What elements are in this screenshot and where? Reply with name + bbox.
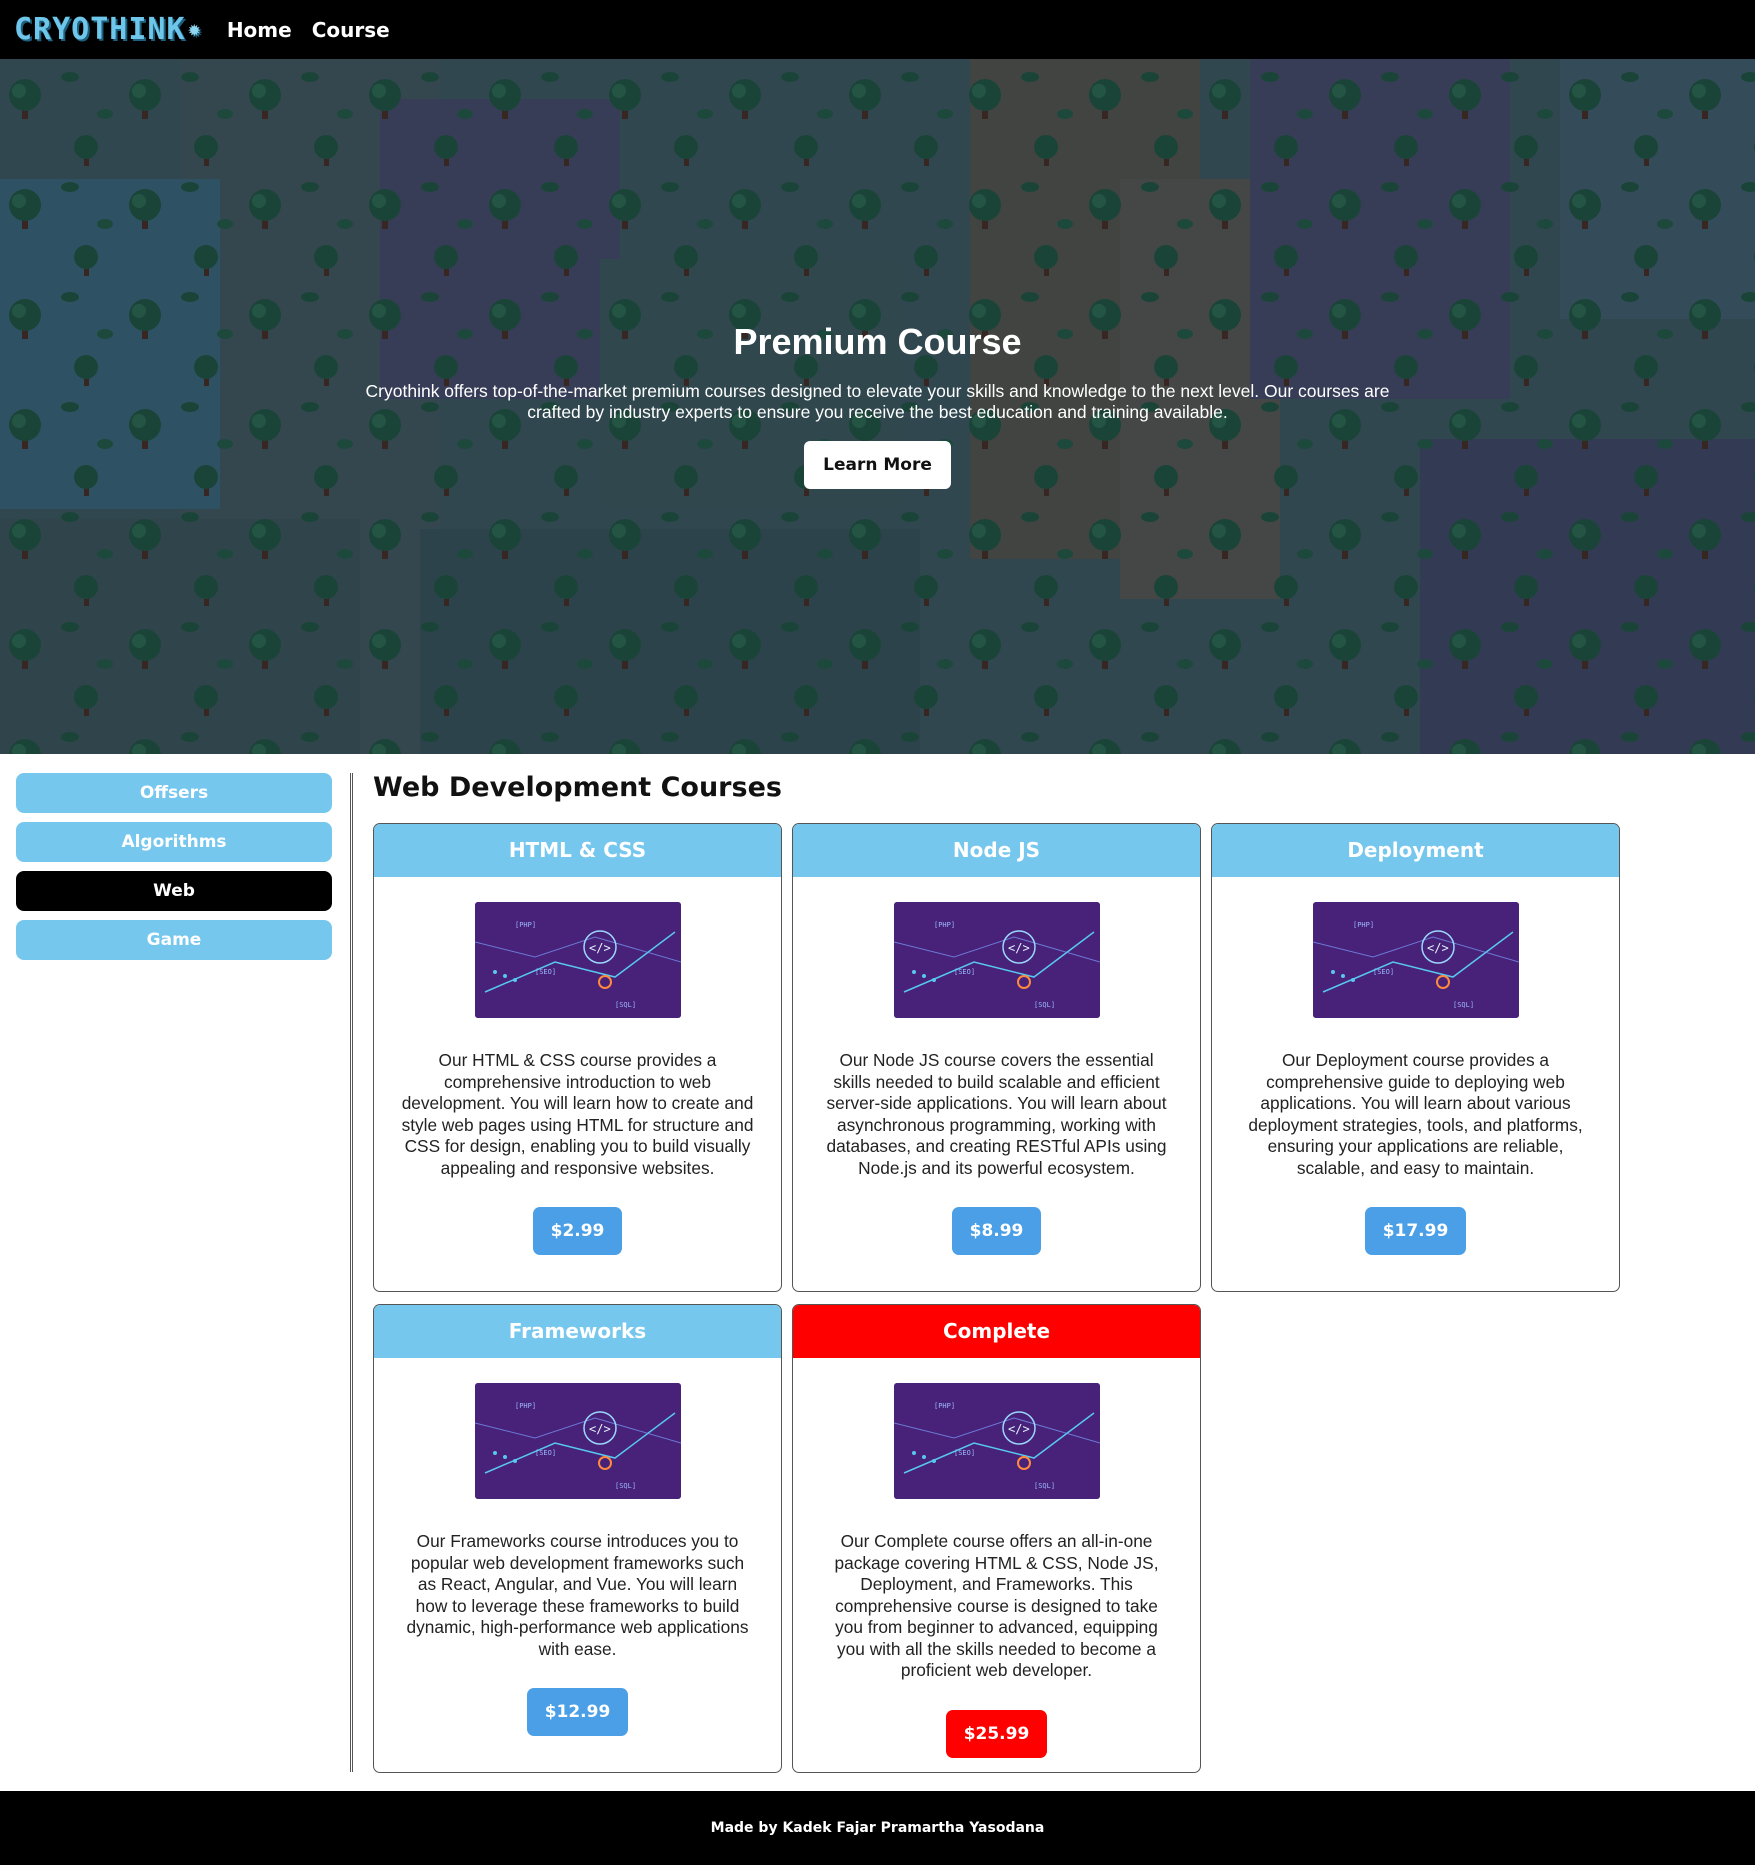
svg-text:[SEO]: [SEO] — [535, 1449, 556, 1457]
gear-icon: ✹ — [187, 17, 202, 42]
nav-link-home[interactable]: Home — [227, 18, 292, 42]
svg-text:[SEO]: [SEO] — [954, 1449, 975, 1457]
hero-title: Premium Course — [733, 321, 1022, 362]
svg-text:[SQL]: [SQL] — [615, 1482, 636, 1490]
svg-text:[SEO]: [SEO] — [954, 968, 975, 976]
hero-description: Cryothink offers top-of-the-market premi… — [365, 381, 1390, 422]
card-title: HTML & CSS — [374, 824, 781, 877]
card-title: Frameworks — [374, 1305, 781, 1358]
price-button[interactable]: $8.99 — [951, 1207, 1042, 1255]
card-description: Our HTML & CSS course provides a compreh… — [401, 1050, 754, 1178]
course-thumbnail: </> [PHP] [SEO] [SQL] — [474, 1383, 681, 1499]
card-title: Node JS — [793, 824, 1200, 877]
price-button[interactable]: $2.99 — [532, 1207, 623, 1255]
course-thumbnail: </> [PHP] [SEO] [SQL] — [893, 1383, 1100, 1499]
course-thumbnail: </> [PHP] [SEO] [SQL] — [1312, 902, 1519, 1018]
code-circuit-image: </> [PHP] [SEO] [SQL] — [893, 1383, 1100, 1499]
price-button[interactable]: $12.99 — [526, 1688, 629, 1736]
card-title: Complete — [793, 1305, 1200, 1358]
card-description: Our Node JS course covers the essential … — [826, 1050, 1167, 1178]
code-circuit-image: </> [PHP] [SEO] [SQL] — [474, 902, 681, 1018]
sidebar-item-game[interactable]: Game — [16, 920, 332, 960]
card-description: Our Complete course offers an all-in-one… — [834, 1531, 1159, 1680]
code-circuit-image: </> [PHP] [SEO] [SQL] — [893, 902, 1100, 1018]
footer-credit: Made by Kadek Fajar Pramartha Yasodana — [710, 1820, 1045, 1836]
svg-text:</>: </> — [1008, 1422, 1030, 1436]
hero-content: Premium Course Cryothink offers top-of-t… — [0, 321, 1755, 489]
svg-text:</>: </> — [1427, 941, 1449, 955]
sidebar-item-web[interactable]: Web — [16, 871, 332, 911]
course-card-node-js: Node JS </> [PHP] [SEO] [SQL] Our Node J… — [792, 823, 1201, 1292]
course-card-html-css: HTML & CSS </> [PHP] [SEO] [SQL] Our HTM… — [373, 823, 782, 1292]
course-thumbnail: </> [PHP] [SEO] [SQL] — [893, 902, 1100, 1018]
course-thumbnail: </> [PHP] [SEO] [SQL] — [474, 902, 681, 1018]
svg-text:[PHP]: [PHP] — [515, 1402, 536, 1410]
sidebar: Offsers Algorithms Web Game — [16, 773, 332, 969]
card-title: Deployment — [1212, 824, 1619, 877]
code-circuit-image: </> [PHP] [SEO] [SQL] — [1312, 902, 1519, 1018]
course-card-frameworks: Frameworks </> [PHP] [SEO] [SQL] Our Fra… — [373, 1304, 782, 1773]
course-card-complete: Complete </> [PHP] [SEO] [SQL] Our Compl… — [792, 1304, 1201, 1773]
hero-banner: Premium Course Cryothink offers top-of-t… — [0, 59, 1755, 754]
svg-text:[PHP]: [PHP] — [515, 921, 536, 929]
svg-text:</>: </> — [1008, 941, 1030, 955]
nav-link-course[interactable]: Course — [312, 18, 390, 42]
sidebar-item-offsers[interactable]: Offsers — [16, 773, 332, 813]
sidebar-item-algorithms[interactable]: Algorithms — [16, 822, 332, 862]
price-button[interactable]: $25.99 — [945, 1709, 1048, 1758]
section-title: Web Development Courses — [373, 772, 782, 803]
price-button[interactable]: $17.99 — [1364, 1207, 1467, 1255]
learn-more-button[interactable]: Learn More — [804, 441, 951, 489]
svg-text:[PHP]: [PHP] — [934, 1402, 955, 1410]
svg-text:[PHP]: [PHP] — [1353, 921, 1374, 929]
logo[interactable]: CRYOTHINK ✹ — [14, 12, 202, 47]
svg-text:[SEO]: [SEO] — [1373, 968, 1394, 976]
svg-text:</>: </> — [589, 941, 611, 955]
card-description: Our Deployment course provides a compreh… — [1248, 1050, 1583, 1178]
svg-text:[SEO]: [SEO] — [535, 968, 556, 976]
svg-text:[SQL]: [SQL] — [1034, 1482, 1055, 1490]
course-card-deployment: Deployment </> [PHP] [SEO] [SQL] Our Dep… — [1211, 823, 1620, 1292]
svg-text:[SQL]: [SQL] — [1453, 1001, 1474, 1009]
navbar: CRYOTHINK ✹ Home Course — [0, 0, 1755, 59]
logo-text: CRYOTHINK — [14, 12, 186, 47]
svg-text:</>: </> — [589, 1422, 611, 1436]
svg-text:[PHP]: [PHP] — [934, 921, 955, 929]
svg-text:[SQL]: [SQL] — [1034, 1001, 1055, 1009]
sidebar-divider — [350, 773, 353, 1772]
card-description: Our Frameworks course introduces you to … — [406, 1531, 749, 1659]
code-circuit-image: </> [PHP] [SEO] [SQL] — [474, 1383, 681, 1499]
footer: Made by Kadek Fajar Pramartha Yasodana — [0, 1791, 1755, 1865]
svg-text:[SQL]: [SQL] — [615, 1001, 636, 1009]
